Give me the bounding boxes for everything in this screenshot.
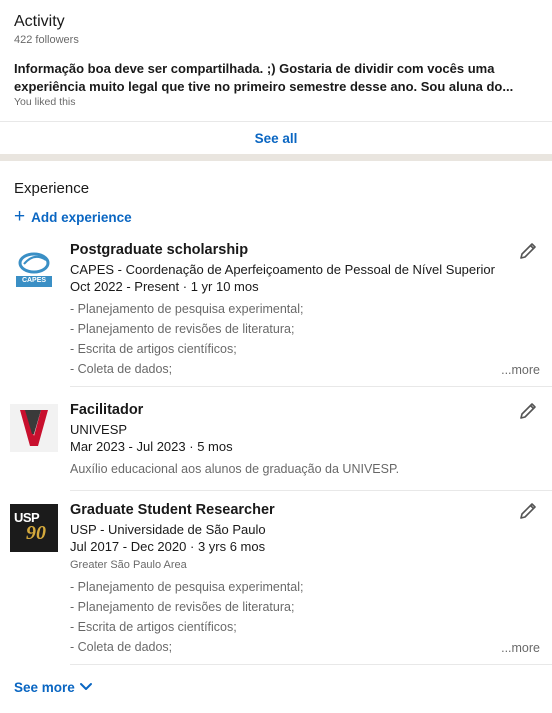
see-more-description-link[interactable]: ...more — [501, 641, 540, 655]
dot-separator: · — [189, 539, 198, 554]
dot-separator: · — [182, 279, 191, 294]
description: - Planejamento de pesquisa experimental;… — [70, 577, 303, 657]
see-more-label: See more — [14, 680, 75, 695]
description: Auxílio educacional aos alunos de gradua… — [70, 459, 399, 479]
dates-text: Oct 2022 - Present — [70, 279, 180, 294]
see-more-experience-button[interactable]: See more — [14, 680, 93, 695]
dates-text: Mar 2023 - Jul 2023 — [70, 439, 186, 454]
experience-title: Experience — [14, 180, 90, 197]
edit-pencil-icon[interactable] — [518, 401, 538, 421]
capes-logo-text: CAPES — [21, 277, 47, 284]
date-range: Mar 2023 - Jul 2023 · 5 mos — [70, 439, 233, 454]
description-line: Auxílio educacional aos alunos de gradua… — [70, 462, 400, 476]
edit-pencil-icon[interactable] — [518, 501, 538, 521]
experience-entry-capes: CAPES Postgraduate scholarship CAPES - C… — [0, 240, 552, 388]
duration-text: 1 yr 10 mos — [190, 279, 259, 294]
add-experience-label: Add experience — [31, 210, 132, 225]
organization-name: UNIVESP — [70, 422, 128, 437]
role-title: Facilitador — [70, 402, 144, 418]
edit-pencil-icon[interactable] — [518, 241, 538, 261]
experience-entry-univesp: Facilitador UNIVESP Mar 2023 - Jul 2023 … — [0, 400, 552, 492]
activity-section: Activity 422 followers Informação boa de… — [0, 0, 552, 154]
dot-separator: · — [189, 439, 198, 454]
chevron-down-icon — [79, 680, 93, 695]
organization-name: CAPES - Coordenação de Aperfeiçoamento d… — [70, 262, 495, 277]
duration-text: 5 mos — [197, 439, 233, 454]
usp-logo: USP 90 — [10, 504, 58, 552]
post-reaction-note: You liked this — [14, 96, 76, 108]
duration-text: 3 yrs 6 mos — [197, 539, 266, 554]
description: - Planejamento de pesquisa experimental;… — [70, 299, 303, 379]
description-line: - Planejamento de pesquisa experimental; — [70, 580, 304, 594]
dates-text: Jul 2017 - Dec 2020 — [70, 539, 187, 554]
usp-logo-number: 90 — [26, 522, 46, 544]
univesp-logo — [10, 404, 58, 452]
post-text-line-1: Informação boa deve ser compartilhada. ;… — [14, 61, 495, 76]
description-line: - Planejamento de revisões de literatura… — [70, 322, 295, 336]
post-text-line-2: experiência muito legal que tive no prim… — [14, 79, 514, 94]
capes-logo: CAPES — [10, 244, 58, 292]
experience-entry-usp: USP 90 Graduate Student Researcher USP -… — [0, 500, 552, 666]
organization-name: USP - Universidade de São Paulo — [70, 522, 266, 537]
followers-count[interactable]: 422 followers — [14, 34, 79, 46]
plus-icon: + — [14, 205, 26, 227]
entry-divider — [70, 664, 552, 665]
role-title: Postgraduate scholarship — [70, 242, 249, 258]
add-experience-button[interactable]: + Add experience — [14, 205, 132, 227]
section-divider — [0, 154, 552, 161]
entry-divider — [70, 490, 552, 491]
description-line: - Planejamento de revisões de literatura… — [70, 600, 295, 614]
description-line: - Coleta de dados; — [70, 640, 173, 654]
role-title: Graduate Student Researcher — [70, 502, 275, 518]
description-line: - Planejamento de pesquisa experimental; — [70, 302, 304, 316]
entry-divider — [70, 386, 552, 387]
location: Greater São Paulo Area — [70, 559, 187, 571]
see-all-activity-button[interactable]: See all — [0, 122, 552, 154]
description-line: - Coleta de dados; — [70, 362, 173, 376]
date-range: Oct 2022 - Present · 1 yr 10 mos — [70, 279, 259, 294]
description-line: - Escrita de artigos científicos; — [70, 620, 237, 634]
activity-title: Activity — [14, 13, 65, 30]
activity-post-preview[interactable]: Informação boa deve ser compartilhada. ;… — [14, 60, 534, 96]
description-line: - Escrita de artigos científicos; — [70, 342, 237, 356]
date-range: Jul 2017 - Dec 2020 · 3 yrs 6 mos — [70, 539, 265, 554]
see-more-description-link[interactable]: ...more — [501, 363, 540, 377]
